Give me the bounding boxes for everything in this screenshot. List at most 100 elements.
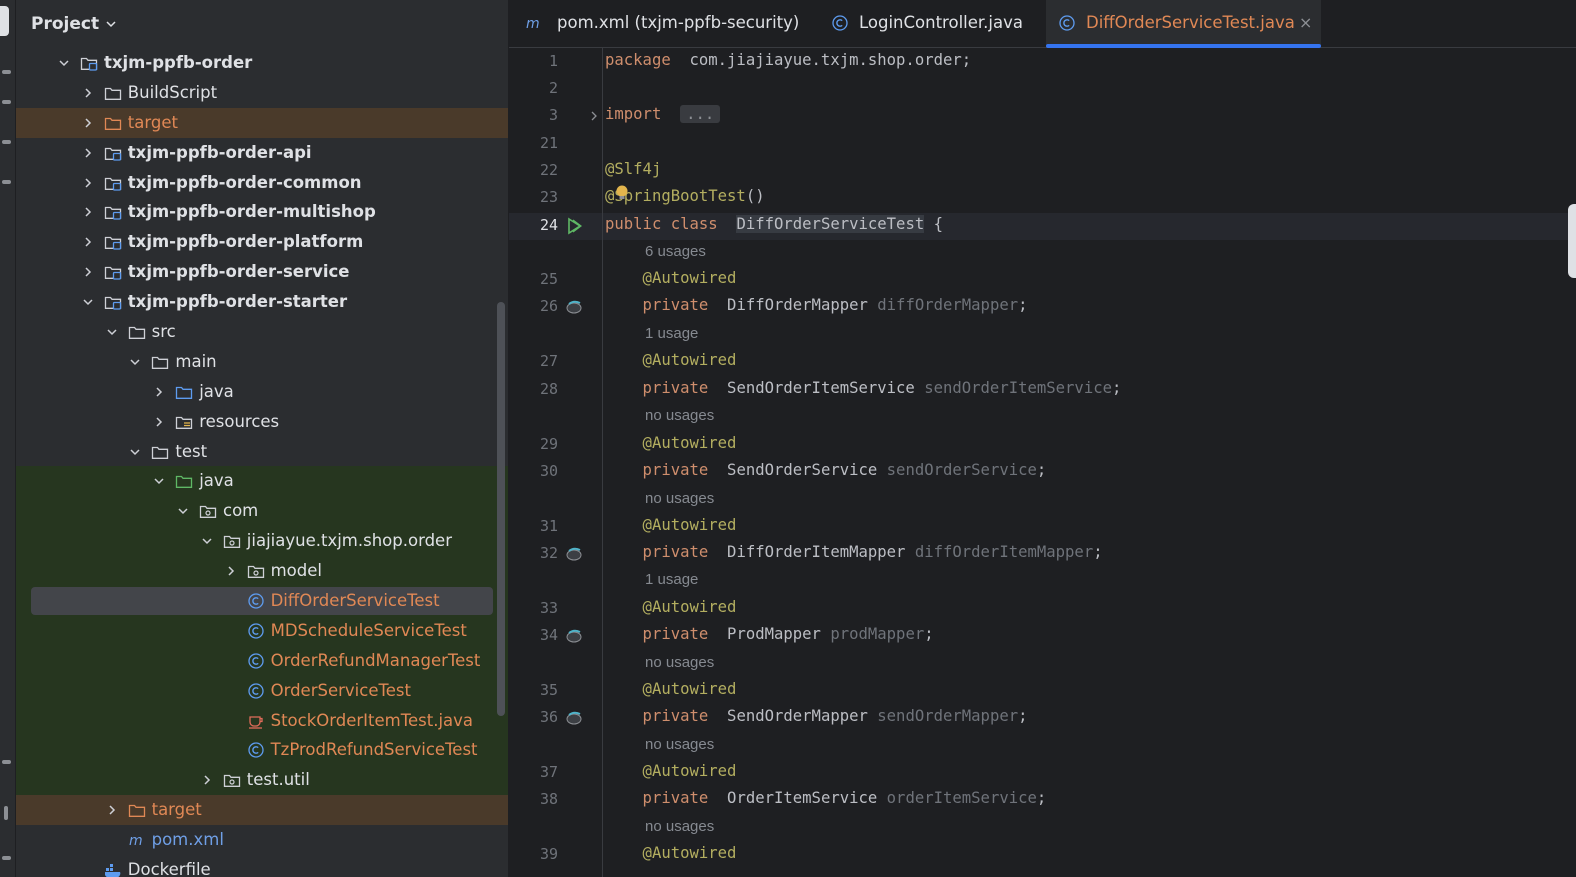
code-line[interactable]: import ... (605, 105, 721, 123)
tree-node[interactable]: target (16, 107, 508, 138)
chevron-down-icon[interactable] (129, 446, 141, 458)
editor-tab[interactable]: LoginController.java (819, 0, 1039, 47)
tree-node[interactable]: BuildScript (16, 78, 508, 108)
usages-hint[interactable]: no usages (645, 818, 714, 835)
tree-node[interactable]: resources (16, 407, 508, 437)
editor-scroll-thumb[interactable] (1568, 204, 1576, 278)
chevron-right-icon[interactable] (82, 117, 94, 129)
tree-node[interactable]: java (16, 377, 508, 407)
code-line[interactable]: @Autowired (605, 434, 737, 452)
editor-tab[interactable]: DiffOrderServiceTest.java × (1046, 0, 1321, 48)
code-line[interactable]: public class DiffOrderServiceTest { (605, 215, 943, 233)
code-line[interactable]: @Autowired (605, 351, 737, 369)
bookmarks-tool-icon[interactable] (2, 100, 11, 104)
usages-hint[interactable]: no usages (645, 407, 714, 424)
terminal-tool-icon[interactable] (4, 806, 8, 820)
code-line[interactable]: @Autowired (605, 269, 737, 287)
tree-node[interactable]: com (16, 496, 508, 527)
code-line[interactable]: @Autowired (605, 516, 737, 534)
code-line[interactable]: private DiffOrderMapper diffOrderMapper; (605, 296, 1028, 314)
editor-tab[interactable]: m pom.xml (txjm-ppfb-security) (517, 0, 817, 47)
code-line[interactable]: private SendOrderMapper sendOrderMapper; (605, 707, 1028, 725)
chevron-right-icon[interactable] (225, 565, 237, 577)
chevron-down-icon[interactable] (82, 296, 94, 308)
code-line[interactable]: @Autowired (605, 598, 737, 616)
code-line[interactable]: @Autowired (605, 762, 737, 780)
chevron-right-icon[interactable] (82, 177, 94, 189)
folded-imports[interactable]: ... (680, 105, 721, 123)
chevron-right-icon[interactable] (82, 147, 94, 159)
tree-node[interactable]: m pom.xml (16, 825, 508, 855)
services-tool-icon[interactable] (2, 760, 11, 764)
commit-tool-icon[interactable] (2, 140, 11, 144)
code-line[interactable]: private SendOrderItemService sendOrderIt… (605, 379, 1122, 397)
tree-node[interactable]: txjm-ppfb-order-platform (16, 227, 508, 257)
code-line[interactable]: private ProdMapper prodMapper; (605, 625, 934, 643)
chevron-down-icon[interactable] (106, 326, 118, 338)
tree-node[interactable]: txjm-ppfb-order-service (16, 257, 508, 287)
chevron-down-icon[interactable] (129, 356, 141, 368)
chevron-right-icon[interactable] (106, 804, 118, 816)
code-line[interactable]: private SendOrderService sendOrderServic… (605, 461, 1047, 479)
tree-node[interactable]: java (16, 466, 508, 497)
bean-navigation-icon[interactable] (565, 547, 583, 561)
usages-hint[interactable]: no usages (645, 490, 714, 507)
chevron-right-icon[interactable] (201, 774, 213, 786)
tree-node[interactable]: OrderRefundManagerTest (16, 645, 508, 676)
chevron-right-icon[interactable] (82, 206, 94, 218)
lightbulb-icon[interactable] (616, 185, 628, 201)
usages-hint[interactable]: no usages (645, 736, 714, 753)
problems-tool-icon[interactable] (2, 856, 11, 860)
code-line[interactable]: private OrderItemService orderItemServic… (605, 789, 1047, 807)
tree-node[interactable]: DiffOrderServiceTest (16, 586, 508, 616)
fold-chevron-icon[interactable] (589, 111, 599, 121)
chevron-right-icon[interactable] (82, 236, 94, 248)
bean-navigation-icon[interactable] (565, 629, 583, 643)
tree-node[interactable]: Dockerfile (16, 855, 508, 877)
code-line[interactable]: @Autowired (605, 844, 737, 862)
code-line[interactable]: @Slf4j (605, 160, 661, 178)
code-line[interactable]: @SpringBootTest() (605, 187, 765, 205)
code-line[interactable]: private DiffOrderItemMapper diffOrderIte… (605, 543, 1103, 561)
chevron-down-icon[interactable] (105, 18, 117, 30)
chevron-right-icon[interactable] (153, 386, 165, 398)
code-line[interactable]: @Autowired (605, 680, 737, 698)
chevron-down-icon[interactable] (58, 57, 70, 69)
chevron-right-icon[interactable] (153, 416, 165, 428)
chevron-down-icon[interactable] (153, 475, 165, 487)
tree-node[interactable]: StockOrderItemTest.java (16, 705, 508, 736)
tree-node[interactable]: jiajiayue.txjm.shop.order (16, 526, 508, 557)
chevron-right-icon[interactable] (82, 87, 94, 99)
usages-hint[interactable]: no usages (645, 654, 714, 671)
close-tab-icon[interactable]: × (1299, 0, 1312, 46)
tree-node[interactable]: txjm-ppfb-order (16, 48, 508, 78)
run-test-icon[interactable] (565, 217, 583, 235)
tree-node[interactable]: MDScheduleServiceTest (16, 615, 508, 646)
project-tool-button[interactable] (0, 6, 9, 36)
tree-node[interactable]: OrderServiceTest (16, 675, 508, 706)
tree-node[interactable]: txjm-ppfb-order-starter (16, 287, 508, 317)
chevron-down-icon[interactable] (177, 505, 189, 517)
usages-hint[interactable]: 1 usage (645, 325, 698, 342)
tree-node[interactable]: TzProdRefundServiceTest (16, 735, 508, 766)
pull-requests-tool-icon[interactable] (2, 180, 11, 184)
tree-node[interactable]: main (16, 347, 508, 377)
tree-node[interactable]: txjm-ppfb-order-common (16, 168, 508, 198)
tree-node[interactable]: test (16, 437, 508, 467)
chevron-right-icon[interactable] (82, 266, 94, 278)
tree-node[interactable]: model (16, 556, 508, 587)
structure-tool-icon[interactable] (2, 70, 11, 74)
tree-node[interactable]: target (16, 795, 508, 826)
tree-node[interactable]: test.util (16, 765, 508, 796)
chevron-down-icon[interactable] (201, 535, 213, 547)
bean-navigation-icon[interactable] (565, 300, 583, 314)
bean-navigation-icon[interactable] (565, 711, 583, 725)
tree-node[interactable]: txjm-ppfb-order-multishop (16, 197, 508, 227)
project-panel-header[interactable]: Project (31, 12, 117, 36)
usages-hint[interactable]: 1 usage (645, 571, 698, 588)
tree-scrollbar[interactable] (497, 302, 505, 716)
tree-node[interactable]: src (16, 317, 508, 347)
usages-hint[interactable]: 6 usages (645, 243, 706, 260)
tree-node[interactable]: txjm-ppfb-order-api (16, 138, 508, 168)
code-line[interactable]: package com.jiajiayue.txjm.shop.order; (605, 51, 971, 69)
